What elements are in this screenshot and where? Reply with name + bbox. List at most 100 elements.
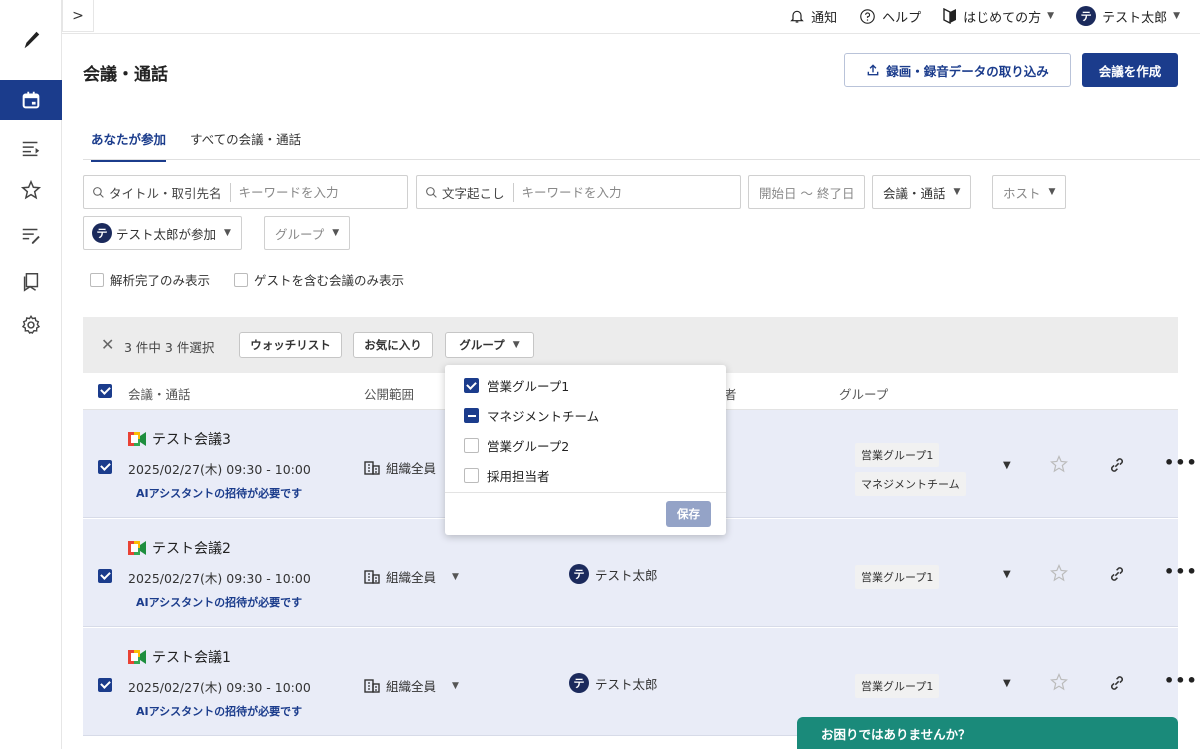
import-recording-button[interactable]: 録画・録音データの取り込み [844,53,1071,87]
meeting-title[interactable]: テスト会議3 [128,429,231,449]
more-options-icon[interactable]: ••• [1164,453,1198,472]
link-icon[interactable] [1107,564,1127,584]
meeting-datetime: 2025/02/27(木) 09:30 - 10:00 [128,571,311,586]
watchlist-button[interactable]: ウォッチリスト [239,332,342,358]
date-range-picker[interactable]: 開始日 〜 終了日 [748,175,866,209]
group-option-checkbox[interactable] [464,468,479,483]
more-options-icon[interactable]: ••• [1164,562,1198,581]
caret-down-icon: ▼ [1173,11,1180,21]
getting-started-label: はじめての方 [963,10,1042,26]
caret-down-icon[interactable]: ▼ [1003,678,1011,689]
page-title: 会議・通話 [83,65,168,85]
create-meeting-button[interactable]: 会議を作成 [1082,53,1178,87]
only-guests-label: ゲストを含む会議のみ表示 [254,273,405,288]
star-icon[interactable] [1049,563,1069,583]
title-search[interactable]: タイトル・取引先名 [83,175,408,209]
group-filter-label: グループ [275,226,325,242]
google-meet-icon [128,541,146,555]
ai-assistant-notice[interactable]: AIアシスタントの招待が必要です [136,485,302,501]
participant-filter[interactable]: テ テスト太郎が参加 ▼ [83,216,242,250]
tab-all-meetings[interactable]: すべての会議・通話 [190,129,301,160]
tab-participating[interactable]: あなたが参加 [91,129,167,162]
group-assign-button[interactable]: グループ ▼ [445,332,534,358]
logo-pen-icon[interactable] [0,20,62,60]
list-icon[interactable] [0,128,62,168]
caret-down-icon: ▼ [452,571,459,582]
only-analyzed-checkbox[interactable] [90,272,104,287]
caret-down-icon[interactable]: ▼ [1003,460,1011,471]
group-option[interactable]: 採用担当者 [464,466,550,485]
group-tags: 営業グループ1 マネジメントチーム [855,443,966,496]
host-cell: テ テスト太郎 [569,564,658,584]
more-options-icon[interactable]: ••• [1164,671,1198,690]
calendar-icon[interactable] [0,80,62,120]
link-icon[interactable] [1107,673,1127,693]
column-meeting[interactable]: 会議・通話 [128,384,191,403]
scope-selector[interactable]: 組織全員 ▼ [364,676,459,695]
scope-label: 組織全員 [386,461,437,476]
transcript-search[interactable]: 文字起こし [416,175,741,209]
close-icon[interactable]: ✕ [101,335,114,354]
sidebar [0,0,62,749]
star-icon[interactable] [1049,454,1069,474]
ai-assistant-notice[interactable]: AIアシスタントの招待が必要です [136,594,302,610]
group-option-checkbox[interactable] [464,378,479,393]
group-option-checkbox[interactable] [464,408,479,423]
gear-icon[interactable] [0,305,62,345]
avatar: テ [569,673,589,693]
meeting-title[interactable]: テスト会議2 [128,538,231,558]
table-row[interactable]: テスト会議2 2025/02/27(木) 09:30 - 10:00 AIアシス… [83,519,1197,627]
select-all-checkbox[interactable] [98,384,112,398]
expand-sidebar-button[interactable]: > [62,0,94,32]
notifications-link[interactable]: 通知 [789,7,837,26]
meeting-title[interactable]: テスト会議1 [128,647,231,667]
meeting-title-text: テスト会議1 [152,650,231,666]
caret-down-icon: ▼ [1048,187,1056,197]
title-search-label: タイトル・取引先名 [105,182,231,202]
group-option-checkbox[interactable] [464,438,479,453]
group-option-label: 営業グループ1 [487,379,570,394]
group-tags: 営業グループ1 [855,674,940,698]
only-guests-toggle[interactable]: ゲストを含む会議のみ表示 [234,270,404,289]
row-checkbox[interactable] [98,569,112,583]
host-filter[interactable]: ホスト ▼ [992,175,1067,209]
row-checkbox[interactable] [98,678,112,692]
host-filter-label: ホスト [1003,185,1041,201]
notifications-label: 通知 [811,10,838,26]
group-option[interactable]: 営業グループ2 [464,436,569,455]
favorite-button[interactable]: お気に入り [353,332,433,358]
group-option[interactable]: 営業グループ1 [464,376,569,395]
transcript-search-input[interactable] [521,184,672,200]
type-filter[interactable]: 会議・通話 ▼ [872,175,972,209]
group-filter[interactable]: グループ ▼ [264,216,351,250]
column-group[interactable]: グループ [839,384,888,403]
star-icon[interactable] [0,170,62,210]
meeting-datetime: 2025/02/27(木) 09:30 - 10:00 [128,462,311,477]
getting-started-menu[interactable]: はじめての方 ▼ [943,7,1054,26]
scope-selector[interactable]: 組織全員 ▼ [364,567,459,586]
bookmark-icon[interactable] [0,262,62,302]
save-button[interactable]: 保存 [666,501,711,527]
edit-list-icon[interactable] [0,215,62,255]
column-scope[interactable]: 公開範囲 [364,384,414,403]
title-search-input[interactable] [238,184,389,200]
only-analyzed-toggle[interactable]: 解析完了のみ表示 [90,270,210,289]
only-guests-checkbox[interactable] [234,272,248,287]
group-tag: 営業グループ1 [855,565,940,589]
bell-icon [790,10,804,23]
avatar: テ [92,223,112,243]
scope-label: 組織全員 [386,679,437,694]
meeting-title-text: テスト会議2 [152,541,231,557]
ai-assistant-notice[interactable]: AIアシスタントの招待が必要です [136,703,302,719]
user-menu[interactable]: テ テスト太郎 ▼ [1076,6,1180,26]
group-tags: 営業グループ1 [855,565,940,589]
help-chat-button[interactable]: お困りではありませんか？ [797,717,1178,749]
caret-down-icon[interactable]: ▼ [1003,569,1011,580]
row-checkbox[interactable] [98,460,112,474]
group-option[interactable]: マネジメントチーム [464,406,599,425]
help-link[interactable]: ヘルプ [859,7,921,26]
host-cell: テ テスト太郎 [569,673,658,693]
link-icon[interactable] [1107,455,1127,475]
scope-selector[interactable]: 組織全員 [364,458,436,477]
star-icon[interactable] [1049,672,1069,692]
